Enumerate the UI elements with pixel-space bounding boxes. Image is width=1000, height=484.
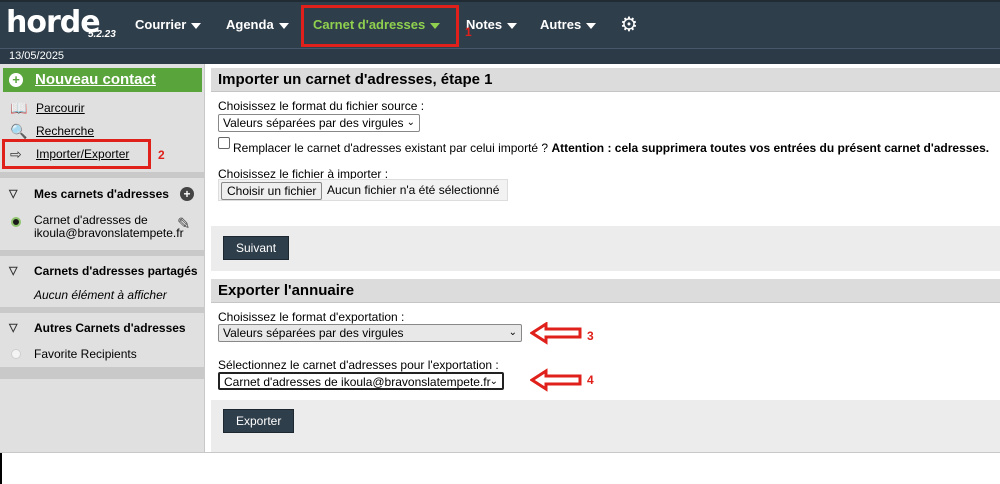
addressbook-color-dot bbox=[11, 349, 21, 359]
collapse-triangle-icon: ▽ bbox=[9, 265, 18, 277]
top-navigation-bar: horde 5.2.23 Courrier Agenda Carnet d'ad… bbox=[0, 0, 1000, 48]
nav-courrier-label: Courrier bbox=[135, 17, 187, 32]
chevron-down-icon: ⌄ bbox=[406, 117, 415, 128]
export-format-value: Valeurs séparées par des virgules bbox=[223, 326, 404, 340]
nav-notes[interactable]: Notes bbox=[466, 17, 518, 32]
chevron-down-icon: ⌄ bbox=[489, 376, 498, 387]
date-bar: 13/05/2025 bbox=[0, 48, 1000, 64]
addressbook-color-dot bbox=[11, 217, 21, 227]
arrow-left-icon bbox=[530, 322, 582, 345]
nav-autres[interactable]: Autres bbox=[540, 17, 597, 32]
topbar-border bbox=[0, 0, 1000, 2]
section-shared-addressbooks[interactable]: ▽ Carnets d'adresses partagés bbox=[0, 256, 205, 286]
collapse-triangle-icon: ▽ bbox=[9, 322, 18, 334]
new-contact-label: Nouveau contact bbox=[35, 71, 156, 88]
nav-agenda-label: Agenda bbox=[226, 17, 274, 32]
marker-4: 4 bbox=[587, 373, 594, 387]
sidebar: + Nouveau contact 📖 Parcourir 🔍 Recherch… bbox=[0, 64, 205, 452]
export-form: Choisissez le format d'exportation : Val… bbox=[211, 304, 1000, 400]
horde-logo[interactable]: horde bbox=[6, 6, 101, 40]
import-actions: Suivant bbox=[211, 226, 1000, 271]
import-form: Choisissez le format du fichier source :… bbox=[211, 93, 1000, 226]
chevron-down-icon: ⌄ bbox=[508, 327, 517, 338]
export-book-label: Sélectionnez le carnet d'adresses pour l… bbox=[218, 358, 499, 372]
marker-3: 3 bbox=[587, 329, 594, 343]
sidebar-divider bbox=[0, 367, 205, 379]
replace-warning: Attention : cela supprimera toutes vos e… bbox=[551, 141, 990, 155]
import-format-value: Valeurs séparées par des virgules bbox=[223, 116, 404, 130]
nav-autres-label: Autres bbox=[540, 17, 582, 32]
export-format-label: Choisissez le format d'exportation : bbox=[218, 310, 405, 324]
highlight-box-1 bbox=[301, 5, 459, 47]
section-my-addressbooks[interactable]: ▽ Mes carnets d'adresses + bbox=[0, 179, 205, 209]
nav-courrier[interactable]: Courrier bbox=[135, 17, 202, 32]
export-book-value: Carnet d'adresses de ikoula@bravonslatem… bbox=[224, 375, 491, 389]
empty-list-message: Aucun élément à afficher bbox=[0, 288, 205, 304]
marker-2: 2 bbox=[158, 148, 165, 162]
addressbook-item[interactable]: Carnet d'adresses de ikoula@bravonslatem… bbox=[0, 214, 205, 244]
empty-list-text: Aucun élément à afficher bbox=[34, 288, 167, 302]
addressbook-item[interactable]: Favorite Recipients bbox=[0, 347, 205, 365]
sidebar-item-label: Parcourir bbox=[36, 101, 85, 115]
new-contact-button[interactable]: + Nouveau contact bbox=[3, 68, 202, 92]
page-bottom-border bbox=[0, 452, 1000, 453]
arrow-left-icon bbox=[530, 368, 582, 392]
export-actions: Exporter bbox=[211, 400, 1000, 452]
sidebar-item-recherche[interactable]: 🔍 Recherche bbox=[8, 121, 198, 141]
addressbook-name: Favorite Recipients bbox=[34, 347, 137, 361]
search-icon: 🔍 bbox=[10, 123, 28, 139]
replace-label: Remplacer le carnet d'adresses existant … bbox=[233, 141, 549, 155]
addressbook-name-line2: ikoula@bravonslatempete.fr bbox=[34, 226, 184, 240]
caret-down-icon bbox=[586, 22, 597, 29]
import-format-select[interactable]: Valeurs séparées par des virgules ⌄ bbox=[218, 114, 420, 132]
import-format-label: Choisissez le format du fichier source : bbox=[218, 99, 425, 113]
section-other-addressbooks[interactable]: ▽ Autres Carnets d'adresses bbox=[0, 313, 205, 343]
plus-icon: + bbox=[9, 73, 23, 87]
caret-down-icon bbox=[507, 22, 518, 29]
sidebar-divider bbox=[0, 172, 205, 178]
sidebar-item-label: Recherche bbox=[36, 124, 95, 138]
section-title: Autres Carnets d'adresses bbox=[34, 321, 186, 335]
export-format-select[interactable]: Valeurs séparées par des virgules ⌄ bbox=[218, 324, 522, 342]
section-title: Carnets d'adresses partagés bbox=[34, 264, 198, 278]
caret-down-icon bbox=[278, 22, 289, 29]
export-section-title: Exporter l'annuaire bbox=[211, 279, 1000, 303]
add-addressbook-icon[interactable]: + bbox=[180, 187, 194, 201]
marker-1: 1 bbox=[465, 25, 472, 39]
book-icon: 📖 bbox=[10, 100, 28, 116]
gear-icon[interactable]: ⚙ bbox=[620, 15, 638, 35]
nav-agenda[interactable]: Agenda bbox=[226, 17, 289, 32]
choose-file-button[interactable]: Choisir un fichier bbox=[221, 182, 323, 200]
collapse-triangle-icon: ▽ bbox=[9, 188, 18, 200]
caret-down-icon bbox=[191, 22, 202, 29]
section-title: Mes carnets d'adresses bbox=[34, 187, 169, 201]
export-addressbook-select[interactable]: Carnet d'adresses de ikoula@bravonslatem… bbox=[218, 372, 504, 390]
pencil-icon[interactable]: ✎ bbox=[177, 214, 190, 234]
replace-option: Remplacer le carnet d'adresses existant … bbox=[233, 141, 989, 155]
highlight-box-2 bbox=[2, 139, 151, 169]
file-status: Aucun fichier n'a été sélectionné bbox=[327, 183, 500, 197]
current-date: 13/05/2025 bbox=[9, 50, 65, 62]
next-button[interactable]: Suivant bbox=[223, 236, 290, 260]
sidebar-item-parcourir[interactable]: 📖 Parcourir bbox=[8, 98, 198, 118]
file-input[interactable]: Choisir un fichier Aucun fichier n'a été… bbox=[218, 179, 508, 201]
import-section-title: Importer un carnet d'adresses, étape 1 bbox=[211, 68, 1000, 92]
replace-checkbox[interactable] bbox=[218, 137, 230, 149]
horde-version: 5.2.23 bbox=[88, 29, 116, 40]
export-button[interactable]: Exporter bbox=[223, 409, 295, 433]
